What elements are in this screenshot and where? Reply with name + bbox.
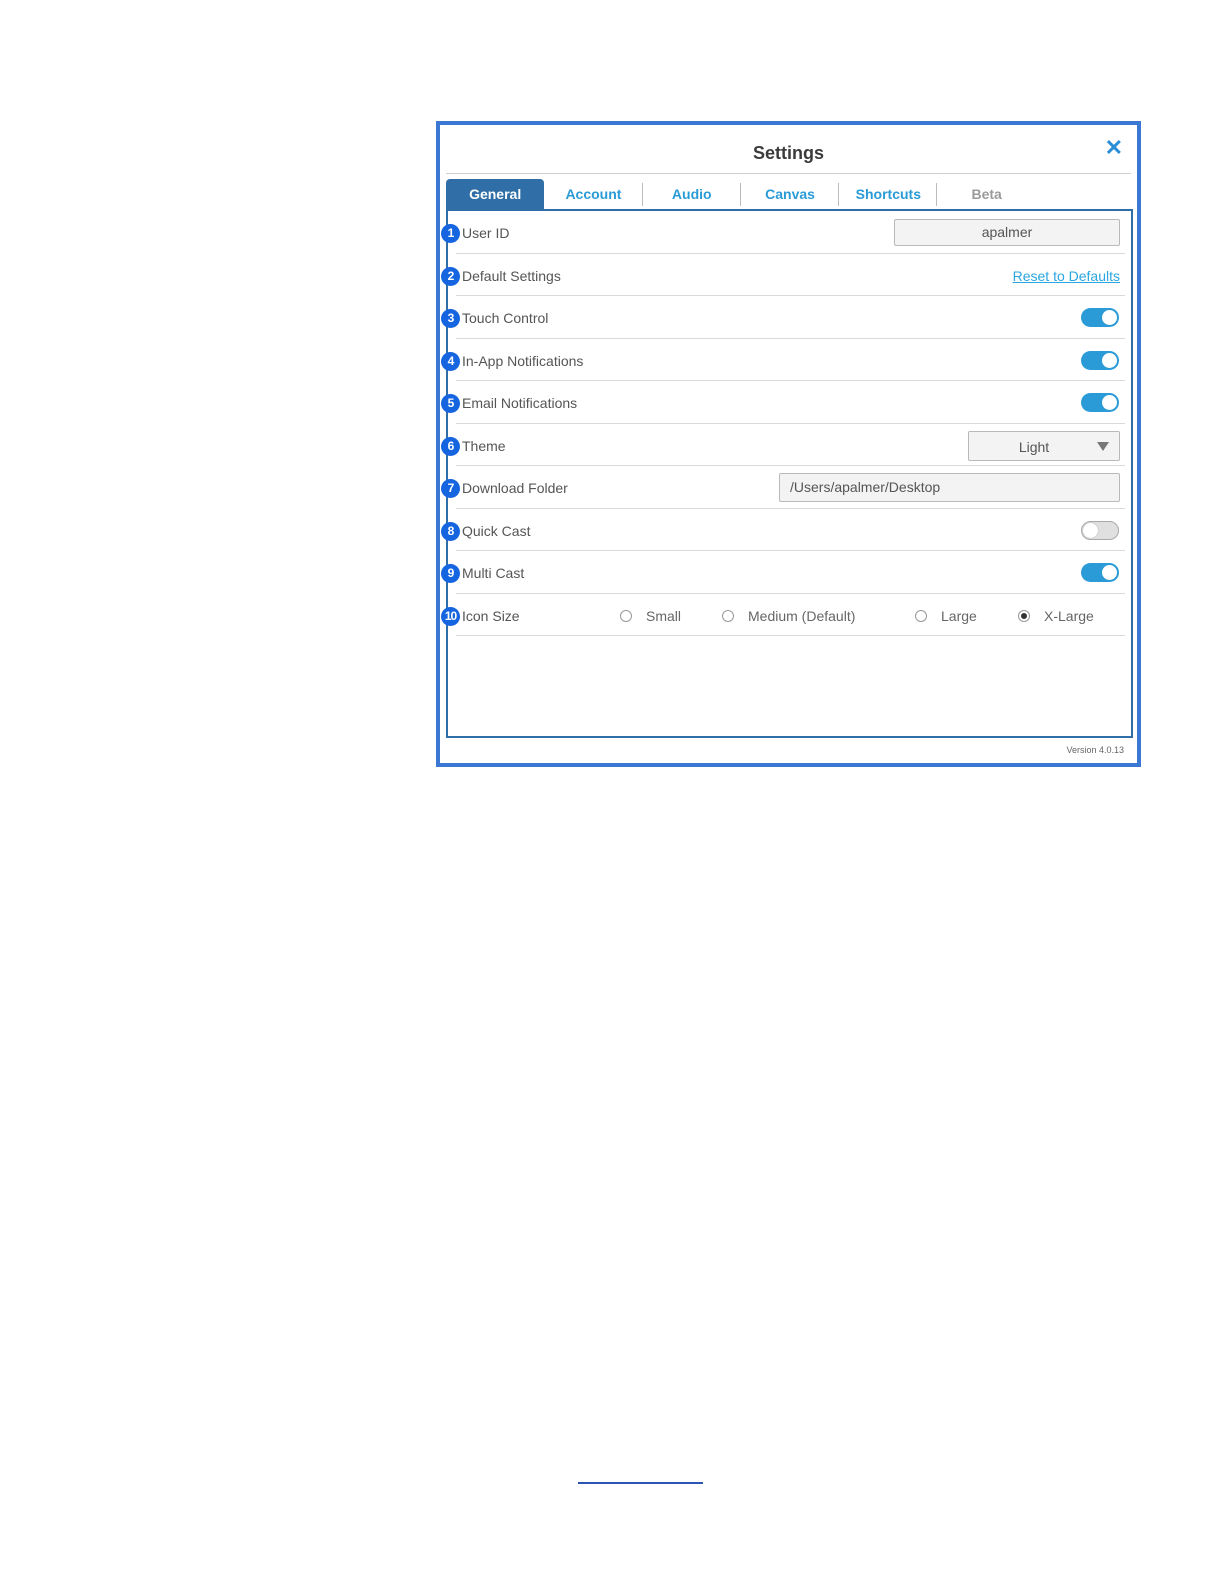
general-panel: 1 User ID apalmer 2 Default Settings Res… [441,209,1133,738]
row-touch-control: 3 Touch Control [441,296,1125,339]
number-badge: 8 [441,521,460,541]
number-badge: 7 [441,479,460,498]
multi-cast-toggle[interactable] [1081,563,1119,582]
number-badge: 4 [441,351,460,371]
download-folder-input[interactable]: /Users/apalmer/Desktop [779,473,1120,502]
theme-label: Theme [462,437,506,454]
tab-canvas[interactable]: Canvas [741,179,840,209]
radio-small[interactable]: Small [620,608,681,624]
radio-circle-icon [915,609,927,622]
user-id-label: User ID [462,225,510,241]
radio-label: Small [646,607,682,624]
row-default-settings: 2 Default Settings Reset to Defaults [441,254,1125,296]
tab-shortcuts[interactable]: Shortcuts [839,179,938,209]
tab-bar: General Account Audio Canvas Shortcuts B… [446,179,1133,209]
icon-size-label: Icon Size [462,607,520,624]
touch-control-label: Touch Control [462,310,549,326]
number-badge: 1 [441,224,460,243]
caret-down-icon [1097,441,1109,451]
touch-control-toggle[interactable] [1081,308,1119,327]
multi-cast-label: Multi Cast [462,565,525,581]
tab-beta[interactable]: Beta [937,179,1035,209]
reset-to-defaults-link[interactable]: Reset to Defaults [1013,268,1120,284]
radio-label: X-Large [1044,607,1094,624]
download-folder-label: Download Folder [462,480,568,496]
row-theme: 6 Theme Light [441,424,1125,466]
radio-x-large[interactable]: X-Large [1018,608,1094,624]
quick-cast-toggle[interactable] [1081,520,1119,540]
radio-label: Medium (Default) [748,607,856,624]
radio-selected-icon [1018,609,1030,622]
theme-select[interactable]: Light [968,430,1120,461]
number-badge: 3 [441,309,460,328]
dialog-title: Settings [752,143,824,163]
tab-account[interactable]: Account [544,179,643,209]
number-badge: 5 [441,394,460,413]
row-email-notifications: 5 Email Notifications [441,381,1125,424]
row-in-app-notifications: 4 In-App Notifications [441,339,1125,381]
default-settings-label: Default Settings [462,267,561,284]
radio-circle-icon [722,609,734,622]
user-id-field: apalmer [894,219,1120,246]
close-icon[interactable]: ✕ [1105,137,1123,159]
number-badge: 2 [441,266,460,286]
in-app-notifications-toggle[interactable] [1081,350,1119,370]
number-badge: 10 [441,606,460,626]
in-app-notifications-label: In-App Notifications [462,352,584,369]
number-badge: 6 [441,436,460,456]
email-notifications-toggle[interactable] [1081,393,1119,412]
footer-rule [578,1482,703,1484]
email-notifications-label: Email Notifications [462,395,578,411]
row-multi-cast: 9 Multi Cast [441,551,1125,594]
row-icon-size: 10 Icon Size Small Medium (Default) Larg… [441,594,1125,636]
quick-cast-label: Quick Cast [462,522,531,539]
tab-general[interactable]: General [446,179,545,209]
number-badge: 9 [441,564,460,583]
radio-large[interactable]: Large [915,608,977,624]
title-divider [446,173,1131,174]
row-quick-cast: 8 Quick Cast [441,509,1125,551]
tab-audio[interactable]: Audio [643,179,742,209]
settings-dialog: Settings ✕ General Account Audio Canvas … [436,121,1141,767]
row-download-folder: 7 Download Folder /Users/apalmer/Desktop [441,466,1125,509]
radio-circle-icon [620,609,632,622]
row-user-id: 1 User ID apalmer [441,211,1125,254]
radio-label: Large [941,607,977,624]
theme-value: Light [1018,438,1050,455]
version-text: Version 4.0.13 [1066,745,1124,755]
radio-medium[interactable]: Medium (Default) [722,608,855,624]
